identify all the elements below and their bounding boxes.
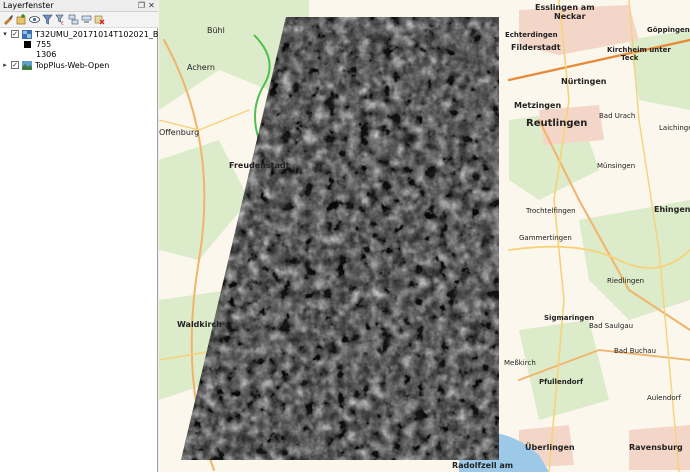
layers-toolbar: ε	[0, 12, 158, 28]
legend-swatch-black	[24, 41, 31, 48]
layer-visibility-checkbox[interactable]: ✓	[11, 61, 19, 69]
close-icon[interactable]: ✕	[147, 1, 156, 10]
map-canvas[interactable]: Esslingen am Neckar Filderstadt Göppinge…	[159, 0, 690, 472]
map-label: Gammertingen	[519, 234, 572, 242]
map-label: Offenburg	[159, 128, 199, 137]
filter-legend-icon[interactable]	[42, 14, 53, 25]
map-label: Ravensburg	[629, 443, 683, 452]
map-label: Echterdingen	[505, 31, 558, 39]
map-label: Achern	[187, 63, 215, 72]
map-label: Aulendorf	[647, 394, 682, 402]
layer-visibility-checkbox[interactable]: ✓	[11, 30, 19, 38]
map-label: Pfullendorf	[539, 378, 584, 386]
map-label: Münsingen	[597, 162, 635, 170]
map-label: Bad Urach	[599, 112, 635, 120]
map-label: Bad Buchau	[614, 347, 656, 355]
filter-expression-icon[interactable]: ε	[55, 14, 66, 25]
layer-name-raster: T32UMU_20171014T102021_B02	[35, 30, 169, 39]
map-label: Laichingen	[659, 124, 690, 132]
map-label: Bühl	[207, 26, 225, 35]
map-label: Esslingen am	[535, 3, 595, 12]
expand-all-icon[interactable]	[68, 14, 79, 25]
layer-row-basemap[interactable]: ▸ ✓ TopPlus-Web-Open	[0, 60, 158, 71]
map-label: Trochtelfingen	[525, 207, 576, 215]
map-label: Ehingen	[654, 205, 690, 214]
map-svg: Esslingen am Neckar Filderstadt Göppinge…	[159, 0, 690, 472]
map-label: Riedlingen	[607, 277, 644, 285]
map-label: Meßkirch	[504, 359, 536, 367]
map-label: Waldkirch	[177, 320, 222, 329]
panel-title: Layerfenster	[3, 1, 54, 10]
map-label: Überlingen	[525, 442, 575, 452]
map-label: Göppingen	[647, 26, 690, 34]
float-icon[interactable]: ❐	[137, 1, 146, 10]
legend-label-min: 755	[36, 40, 52, 49]
layer-row-raster[interactable]: ▾ ✓ T32UMU_20171014T102021_B02	[0, 29, 169, 40]
expand-arrow-icon[interactable]: ▸	[1, 60, 9, 70]
map-label: Reutlingen	[526, 118, 587, 129]
manage-visibility-icon[interactable]	[29, 14, 40, 25]
wms-layer-icon	[22, 61, 32, 70]
map-label: Metzingen	[514, 101, 561, 110]
add-group-icon[interactable]	[16, 14, 27, 25]
map-label: Neckar	[554, 12, 586, 21]
raster-layer-icon	[22, 30, 32, 39]
map-label: Teck	[621, 54, 639, 62]
collapse-arrow-icon[interactable]: ▾	[1, 29, 9, 39]
map-label: Bad Saulgau	[589, 322, 633, 330]
style-manager-icon[interactable]	[3, 14, 14, 25]
map-label: Radolfzell am	[452, 461, 513, 470]
panel-title-bar: Layerfenster ❐ ✕	[0, 0, 158, 12]
map-label: Freudenstadt	[229, 161, 290, 170]
map-label: Nürtingen	[561, 77, 607, 86]
legend-label-max: 1306	[36, 50, 57, 59]
layer-name-basemap: TopPlus-Web-Open	[35, 61, 110, 70]
svg-text:ε: ε	[61, 21, 64, 26]
map-label: Filderstadt	[511, 43, 561, 52]
remove-layer-icon[interactable]	[94, 14, 105, 25]
collapse-all-icon[interactable]	[81, 14, 92, 25]
map-label: Kirchheim unter	[607, 46, 671, 54]
layers-panel: Layerfenster ❐ ✕ ε ▾ ✓ T32UMU_20171014T1…	[0, 0, 169, 472]
map-label: Sigmaringen	[544, 314, 594, 322]
